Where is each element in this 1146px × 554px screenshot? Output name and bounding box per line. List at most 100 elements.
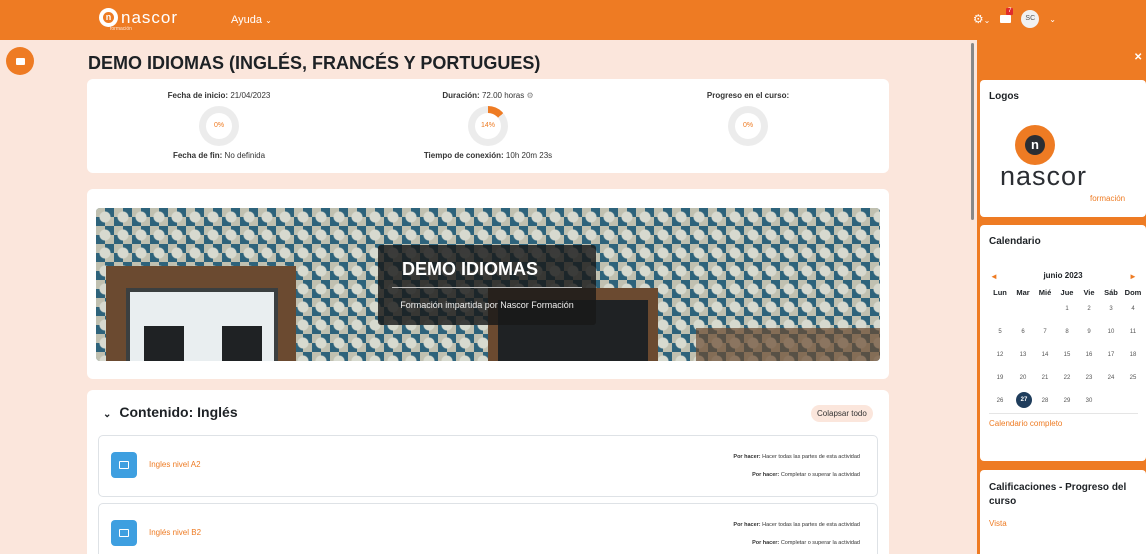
weekday-header: Mié — [1038, 288, 1052, 297]
calendar-day[interactable]: 20 — [1012, 375, 1034, 381]
calendar-day[interactable]: 22 — [1056, 375, 1078, 381]
course-banner-card: DEMO IDIOMAS Formación impartida por Nas… — [87, 189, 889, 379]
calendar-day[interactable]: 15 — [1056, 352, 1078, 358]
next-month-icon[interactable]: ► — [1129, 272, 1137, 281]
full-calendar-link[interactable]: Calendario completo — [989, 419, 1062, 428]
calendar-day[interactable]: 10 — [1100, 329, 1122, 335]
activity-link[interactable]: Ingles nivel A2 — [149, 460, 201, 469]
calendar-day[interactable]: 28 — [1034, 398, 1056, 404]
logo-subtext: formación — [110, 26, 132, 32]
calendar-day[interactable]: 8 — [1056, 329, 1078, 335]
completion-requirement: Por hacer: Completar o superar la activi… — [752, 540, 860, 546]
calendar-day[interactable]: 19 — [989, 375, 1011, 381]
start-date: Fecha de inicio: 21/04/2023 — [167, 91, 271, 100]
chevron-down-icon: ⌄ — [265, 16, 272, 25]
logo-subtext: formación — [1090, 194, 1126, 203]
logo-text: nascor — [121, 7, 179, 27]
ring-label: 0% — [206, 113, 232, 139]
calendar-day[interactable]: 2 — [1078, 306, 1100, 312]
logos-block: Logos n nascor formación — [980, 80, 1146, 217]
activity-item: Inglés nivel B2 Por hacer: Hacer todas l… — [98, 503, 878, 554]
gear-icon[interactable]: ⚙⌄ — [973, 12, 990, 26]
page-title: DEMO IDIOMAS (INGLÉS, FRANCÉS Y PORTUGUE… — [88, 53, 541, 73]
calendar-day[interactable]: 26 — [989, 398, 1011, 404]
close-icon[interactable]: ✕ — [1134, 52, 1142, 63]
activity-link[interactable]: Inglés nivel B2 — [149, 528, 201, 537]
calendar-day[interactable]: 9 — [1078, 329, 1100, 335]
block-title: Calificaciones - Progreso del curso — [989, 482, 1127, 507]
logo-word: nascor — [1000, 161, 1088, 191]
calendar-day[interactable]: 17 — [1100, 352, 1122, 358]
help-label: Ayuda — [231, 14, 262, 26]
progress-ring: 0% — [728, 106, 768, 146]
calendar-day[interactable]: 29 — [1056, 398, 1078, 404]
banner-subtitle: Formación impartida por Nascor Formación — [400, 300, 574, 310]
progress-ring: 0% — [199, 106, 239, 146]
course-info-card: Fecha de inicio: 21/04/2023 0% Fecha de … — [87, 79, 889, 173]
section-header[interactable]: ⌄ Contenido: Inglés — [103, 404, 238, 420]
course-progress-label: Progreso en el curso: — [706, 91, 790, 100]
divider — [989, 413, 1138, 414]
grades-block: Calificaciones - Progreso del curso Vist… — [980, 470, 1146, 554]
calendar-day[interactable]: 6 — [1012, 329, 1034, 335]
calendar-day[interactable]: 23 — [1078, 375, 1100, 381]
user-nav: ⚙⌄ 7 SC ⌄ — [973, 8, 1056, 28]
calendar-day[interactable]: 13 — [1012, 352, 1034, 358]
weekday-header: Mar — [1016, 288, 1030, 297]
site-logo[interactable]: n nascor — [99, 8, 178, 27]
completion-requirement: Por hacer: Completar o superar la activi… — [752, 472, 860, 478]
weekday-header: Sáb — [1104, 288, 1118, 297]
banner-overlay: DEMO IDIOMAS Formación impartida por Nas… — [378, 245, 596, 325]
collapse-all-button[interactable]: Colapsar todo — [811, 405, 873, 422]
calendar-day[interactable]: 11 — [1122, 329, 1144, 335]
section-title: Contenido: Inglés — [119, 404, 238, 420]
weekday-header: Dom — [1124, 288, 1142, 297]
help-menu[interactable]: Ayuda ⌄ — [231, 14, 272, 26]
calendar-block: Calendario ◄ junio 2023 ► Lun Mar Mié Jue Vi… — [980, 225, 1146, 461]
logo-icon: n — [99, 8, 118, 27]
end-date: Fecha de fin: No definida — [172, 151, 266, 160]
calendar-day[interactable]: 14 — [1034, 352, 1056, 358]
chevron-down-icon[interactable]: ⌄ — [1049, 15, 1056, 24]
assignment-icon — [111, 452, 137, 478]
course-progress-stat: Progreso en el curso: 0% — [628, 91, 868, 151]
calendar-day[interactable]: 1 — [1056, 306, 1078, 312]
activity-item: Ingles nivel A2 Por hacer: Hacer todas l… — [98, 435, 878, 497]
info-icon[interactable]: ⚙ — [526, 91, 533, 100]
block-title: Logos — [989, 91, 1019, 102]
calendar-day[interactable]: 7 — [1034, 329, 1056, 335]
logo-icon: n — [1015, 125, 1055, 165]
ring-label: 0% — [735, 113, 761, 139]
course-banner-image: DEMO IDIOMAS Formación impartida por Nas… — [96, 208, 880, 361]
block-title: Calendario — [989, 236, 1041, 247]
calendar-day[interactable]: 12 — [989, 352, 1011, 358]
start-date-stat: Fecha de inicio: 21/04/2023 0% Fecha de … — [99, 91, 339, 160]
scrollbar[interactable] — [971, 43, 974, 220]
calendar-day[interactable]: 18 — [1122, 352, 1144, 358]
top-navbar: n nascor formación Ayuda ⌄ ⚙⌄ 7 SC ⌄ — [0, 0, 1146, 40]
calendar-day[interactable]: 4 — [1122, 306, 1144, 312]
calendar-day[interactable]: 30 — [1078, 398, 1100, 404]
connection-time: Tiempo de conexión: 10h 20m 23s — [423, 151, 553, 160]
notification-badge: 7 — [1006, 8, 1014, 15]
grades-view-link[interactable]: Vista — [989, 519, 1007, 528]
assignment-icon — [111, 520, 137, 546]
calendar-day[interactable]: 16 — [1078, 352, 1100, 358]
completion-requirement: Por hacer: Hacer todas las partes de est… — [733, 522, 860, 528]
course-section: ⌄ Contenido: Inglés Colapsar todo Ingles … — [87, 390, 889, 554]
banner-title: DEMO IDIOMAS — [401, 259, 538, 279]
progress-ring: 14% — [468, 106, 508, 146]
calendar-day[interactable]: 3 — [1100, 306, 1122, 312]
duration-stat: Duración: 72.00 horas ⚙ 14% Tiempo de co… — [368, 91, 608, 160]
calendar-day[interactable]: 21 — [1034, 375, 1056, 381]
calendar-day[interactable]: 24 — [1100, 375, 1122, 381]
ring-label: 14% — [475, 113, 501, 139]
calendar-day-today[interactable]: 27 — [1016, 392, 1032, 408]
weekday-header: Vie — [1083, 288, 1095, 297]
message-icon[interactable]: 7 — [1000, 8, 1014, 23]
avatar[interactable]: SC — [1021, 10, 1040, 28]
calendar-day[interactable]: 25 — [1122, 375, 1144, 381]
course-index-toggle[interactable] — [6, 47, 34, 75]
calendar-day[interactable]: 5 — [989, 329, 1011, 335]
weekday-header: Jue — [1060, 288, 1074, 297]
